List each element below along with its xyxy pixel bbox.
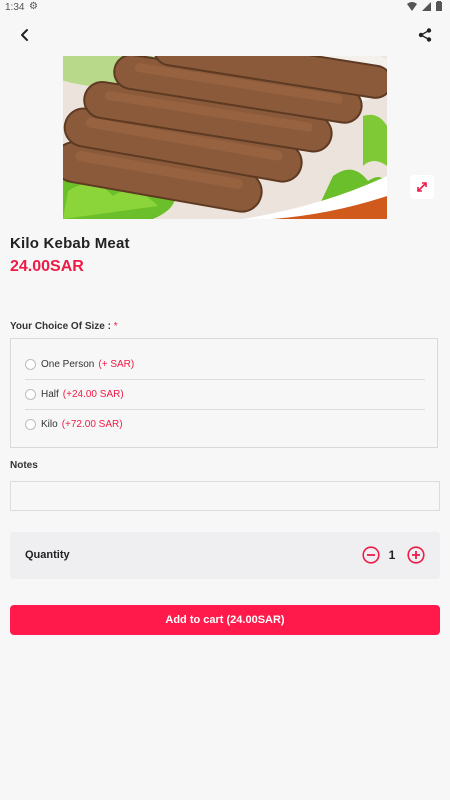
option-name: One Person: [41, 358, 95, 370]
size-option-kilo[interactable]: Kilo (+72.00 SAR): [25, 409, 425, 439]
option-extra-price: (+24.00 SAR): [62, 388, 124, 400]
size-options: One Person (+ SAR) Half (+24.00 SAR) Kil…: [10, 338, 438, 448]
share-icon: [418, 28, 432, 42]
decrease-quantity-button[interactable]: [362, 546, 380, 564]
radio-button[interactable]: [25, 358, 36, 370]
option-extra-price: (+ SAR): [98, 358, 135, 370]
size-option-one-person[interactable]: One Person (+ SAR): [25, 349, 425, 379]
increase-quantity-button[interactable]: [407, 546, 425, 564]
notes-input[interactable]: [10, 481, 440, 511]
required-mark: *: [113, 321, 118, 332]
add-to-cart-button[interactable]: Add to cart (24.00SAR): [10, 605, 440, 635]
back-button[interactable]: [12, 22, 38, 48]
size-option-half[interactable]: Half (+24.00 SAR): [25, 379, 425, 409]
radio-button[interactable]: [25, 388, 36, 400]
expand-icon: [417, 182, 427, 192]
battery-icon: [436, 1, 442, 12]
quantity-label: Quantity: [25, 549, 70, 561]
option-extra-price: (+72.00 SAR): [61, 418, 123, 430]
kebab-picture: [63, 56, 387, 219]
status-time: 1:34: [5, 2, 25, 13]
product-image: [63, 56, 387, 219]
product-title: Kilo Kebab Meat: [10, 235, 130, 252]
size-choice-text: Your Choice Of Size :: [10, 321, 111, 332]
notes-label: Notes: [10, 460, 38, 471]
signal-icon: [422, 1, 432, 11]
back-arrow-icon: [21, 29, 28, 41]
status-bar: 1:34 ⚙: [0, 0, 450, 14]
quantity-stepper: Quantity 1: [10, 532, 440, 579]
status-icons: [407, 1, 442, 12]
expand-image-button[interactable]: [410, 175, 434, 199]
wifi-icon: [407, 1, 418, 11]
app-bar: [0, 14, 450, 56]
option-name: Half: [41, 388, 59, 400]
settings-icon: ⚙: [29, 1, 38, 12]
share-button[interactable]: [412, 22, 438, 48]
size-choice-label: Your Choice Of Size : *: [10, 321, 118, 332]
radio-button[interactable]: [25, 418, 36, 430]
product-price: 24.00SAR: [10, 258, 84, 275]
quantity-value: 1: [388, 548, 396, 562]
option-name: Kilo: [41, 418, 58, 430]
